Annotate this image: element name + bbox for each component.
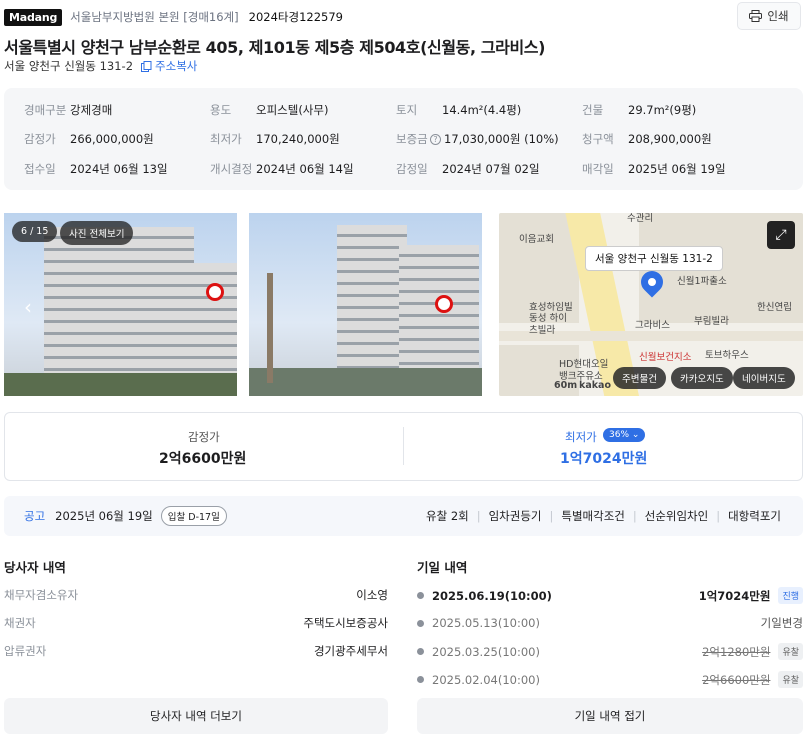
kakao-logo: kakao [579,380,611,391]
copy-address-button[interactable]: 주소복사 [141,58,197,74]
price-summary: 감정가 2억6600만원 최저가 36% ⌄ 1억7024만원 [4,412,803,481]
tag-failed: 유찰 2회 [426,509,469,523]
info-received: 접수일 2024년 06월 13일 [24,162,168,176]
info-sale-date: 매각일 2025년 06월 19일 [582,162,726,176]
copy-label: 주소복사 [155,59,198,73]
date-row: 2025.05.13(10:00) 기일변경 [417,615,803,631]
notice-bar: 공고 2025년 06월 19일 입찰 D-17일 유찰 2회 | 임차권등기 | … [4,496,803,536]
photo-1[interactable]: 6 / 15 사진 전체보기 ‹ [4,213,237,396]
case-number: 2024타경122579 [248,10,343,24]
map-scale: 60m [554,380,578,391]
info-appraisal: 감정가 266,000,000원 [24,132,154,146]
info-min-price: 최저가 170,240,000원 [210,132,340,146]
bullet-icon [417,676,424,683]
status-badge: 진행 [778,587,803,604]
map-callout: 서울 양천구 신월동 131-2 [585,246,723,271]
help-icon[interactable]: ? [430,133,441,145]
info-usage: 용도 오피스텔(사무) [210,103,329,117]
lot-address: 서울 양천구 신월동 131-2 [4,59,134,73]
status-badge: 유찰 [778,643,803,660]
sub-address-row: 서울 양천구 신월동 131-2 주소복사 [4,58,197,74]
bullet-icon [417,648,424,655]
info-land: 토지 14.4m²(4.4평) [396,103,522,117]
party-row: 채권자 주택도시보증공사 [4,616,388,630]
party-row: 압류권자 경기광주세무서 [4,644,388,658]
notice-date: 2025년 06월 19일 [55,509,153,523]
info-appraisal-date: 감정일 2024년 07월 02일 [396,162,540,176]
tag-special-condition: 특별매각조건 [561,509,625,523]
min-price-label: 최저가 [565,430,597,444]
brand-logo: Madang [4,8,63,26]
appraisal-label: 감정가 [188,430,220,444]
info-panel: 경매구분 강제경매 용도 오피스텔(사무) 토지 14.4m²(4.4평) 건물 29.… [4,88,803,190]
copy-icon [141,60,152,72]
print-label: 인쇄 [767,9,789,23]
nearby-items-button[interactable]: 주변물건 [613,367,666,389]
dates-title: 기일 내역 [417,560,468,575]
bullet-icon [417,619,424,627]
notice-label: 공고 [24,509,46,523]
naver-map-button[interactable]: 네이버지도 [733,367,795,389]
min-price-percent-badge: 36% ⌄ [603,428,646,442]
tag-opposing-power-waiver: 대항력포기 [728,509,781,523]
dates-fold-button[interactable]: 기일 내역 접기 [417,698,803,734]
parties-more-button[interactable]: 당사자 내역 더보기 [4,698,388,734]
kakao-map-button[interactable]: 카카오지도 [671,367,733,389]
date-row: 2025.02.04(10:00) 2억6600만원 유찰 [417,671,803,688]
photo-counter: 6 / 15 [12,221,58,242]
tag-lease-registration: 임차권등기 [488,509,542,523]
parties-title: 당사자 내역 [4,560,66,575]
view-all-photos-button[interactable]: 사진 전체보기 [60,221,134,245]
appraisal-value: 2억6600만원 [159,451,247,467]
dday-badge: 입찰 D-17일 [160,506,227,526]
notice-tags: 유찰 2회 | 임차권등기 | 특별매각조건 | 선순위임차인 | 대항력포기 [426,509,781,523]
bullet-icon [417,592,424,599]
page-title: 서울특별시 양천구 남부순환로 405, 제101동 제5층 제504호(신월동… [4,38,546,57]
info-auction-type: 경매구분 강제경매 [24,103,113,117]
court-name: 서울남부지방법원 본원 [경매16계] [70,10,239,24]
info-claim: 청구액 208,900,000원 [582,132,712,146]
date-row: 2025.06.19(10:00) 1억7024만원 진행 [417,587,803,604]
prev-photo-icon[interactable]: ‹ [24,295,32,319]
expand-map-icon[interactable]: ⤢ [767,221,795,249]
party-row: 채무자겸소유자 이소영 [4,588,388,602]
print-button[interactable]: 인쇄 [737,2,801,30]
info-building: 건물 29.7m²(9평) [582,103,697,117]
date-row: 2025.03.25(10:00) 2억1280만원 유찰 [417,643,803,660]
status-badge: 유찰 [778,671,803,688]
photo-2[interactable] [249,213,482,396]
tag-senior-tenant: 선순위임차인 [644,509,709,523]
printer-icon [749,10,763,22]
location-map[interactable]: 수관리 이음교회 신월1파출소 한신연립 부림빌라 효성하임빌 동성 하이츠빌라… [499,213,803,396]
top-bar: Madang 서울남부지방법원 본원 [경매16계] 2024타경122579 … [4,2,803,30]
min-price-value: 1억7024만원 [560,451,648,467]
map-place-label: 그라비스 [635,320,670,331]
info-deposit: 보증금? 17,030,000원 (10%) [396,132,559,146]
info-start: 개시결정 2024년 06월 14일 [210,162,354,176]
